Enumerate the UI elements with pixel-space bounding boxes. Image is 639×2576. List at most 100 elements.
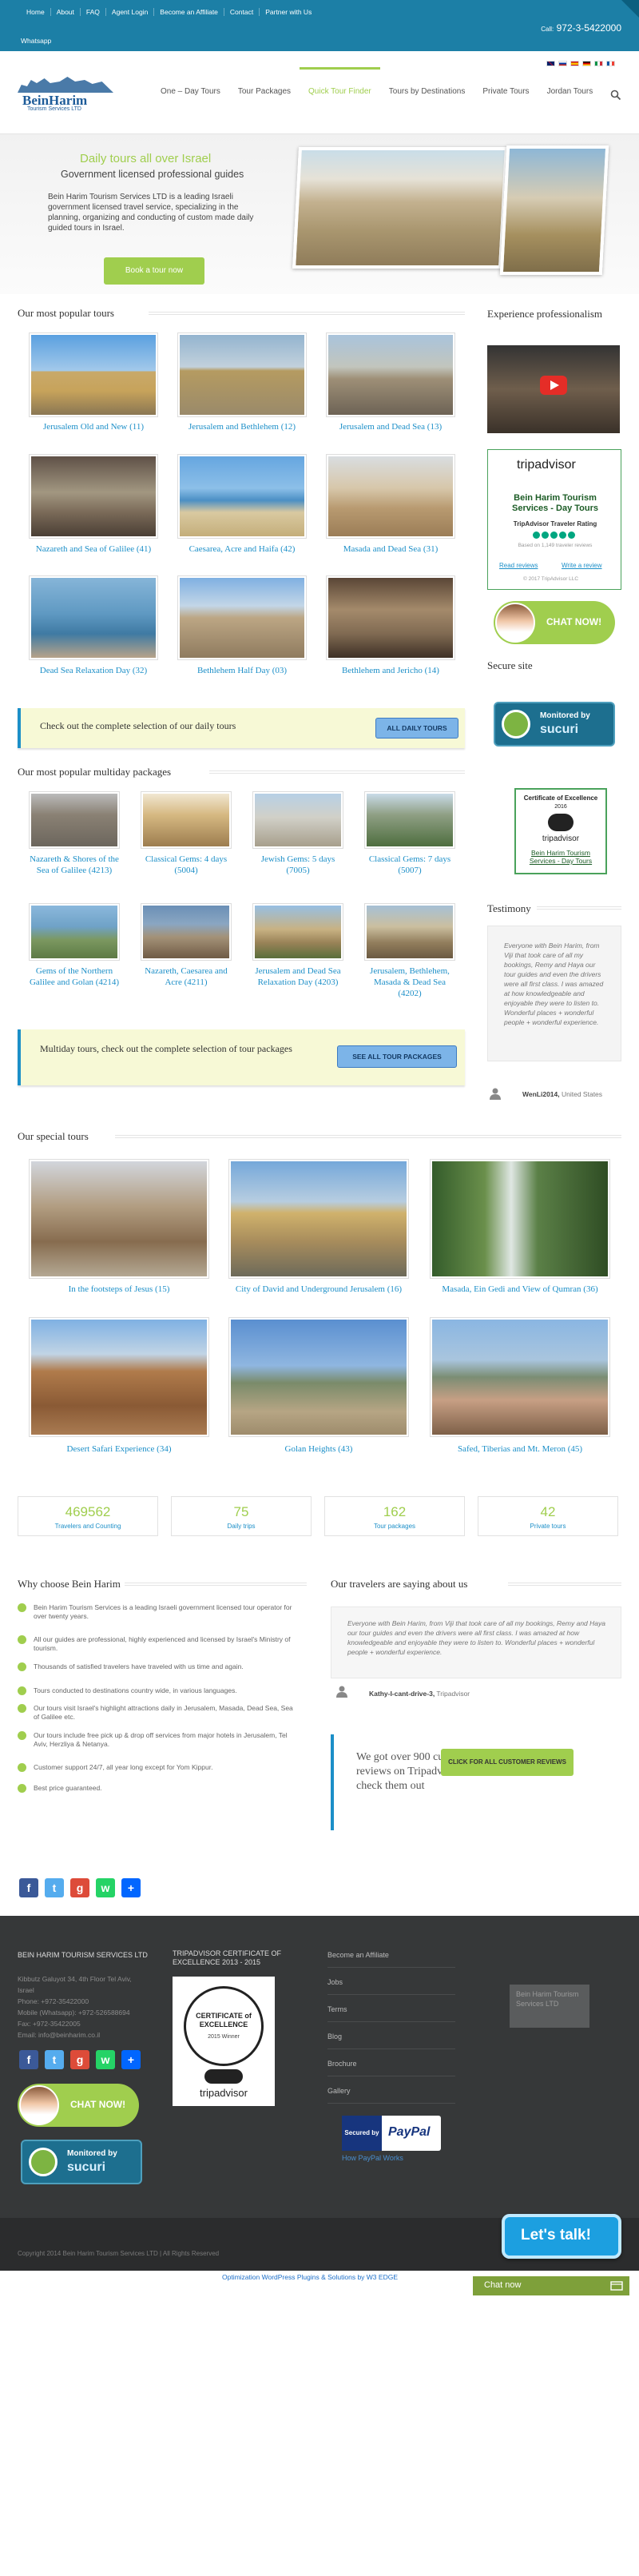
paypal-badge[interactable]: Secured by PayPal	[342, 2116, 441, 2151]
footer-more-icon[interactable]: +	[121, 2050, 141, 2069]
special-tour-caption[interactable]: Safed, Tiberias and Mt. Meron (45)	[425, 1443, 615, 1455]
nav-quick-tour-finder[interactable]: Quick Tour Finder	[300, 67, 380, 113]
special-tour-image[interactable]	[228, 1159, 409, 1279]
video-thumbnail[interactable]	[487, 345, 620, 433]
top-link-partner[interactable]: Partner with Us	[260, 8, 317, 16]
nav-tour-packages[interactable]: Tour Packages	[229, 67, 300, 113]
special-tour-caption[interactable]: City of David and Underground Jerusalem …	[224, 1284, 414, 1295]
footer-link-brochure[interactable]: Brochure	[327, 2060, 455, 2076]
footer-link-gallery[interactable]: Gallery	[327, 2087, 455, 2104]
tour-caption[interactable]: Nazareth and Sea of Galilee (41)	[24, 543, 163, 555]
tour-image[interactable]	[177, 454, 307, 539]
tripadvisor-logo[interactable]: tripadvisor	[517, 458, 576, 472]
chat-now-bar[interactable]: Chat now	[473, 2276, 629, 2295]
package-caption[interactable]: Jerusalem, Bethlehem, Masada & Dead Sea …	[361, 966, 458, 999]
tour-caption[interactable]: Dead Sea Relaxation Day (32)	[24, 665, 163, 676]
package-caption[interactable]: Nazareth & Shores of the Sea of Galilee …	[26, 854, 123, 876]
tour-caption[interactable]: Bethlehem Half Day (03)	[173, 665, 312, 676]
package-image[interactable]	[364, 903, 455, 961]
tour-caption[interactable]: Jerusalem and Dead Sea (13)	[321, 421, 460, 432]
footer-link-jobs[interactable]: Jobs	[327, 1978, 455, 1995]
search-icon[interactable]	[610, 90, 621, 101]
special-tour-caption[interactable]: In the footsteps of Jesus (15)	[24, 1284, 214, 1295]
write-review-link[interactable]: Write a review	[562, 562, 602, 569]
package-caption[interactable]: Jerusalem and Dead Sea Relaxation Day (4…	[249, 966, 347, 988]
google-share-icon[interactable]: g	[70, 1878, 89, 1897]
paypal-link[interactable]: How PayPal Works	[342, 2154, 403, 2162]
flag-spain-icon[interactable]	[570, 61, 579, 66]
package-image[interactable]	[364, 791, 455, 849]
special-tour-image[interactable]	[29, 1317, 209, 1437]
special-tour-image[interactable]	[430, 1317, 610, 1437]
flag-germany-icon[interactable]	[582, 61, 591, 66]
package-caption[interactable]: Classical Gems: 4 days (5004)	[137, 854, 235, 876]
flag-russia-icon[interactable]	[558, 61, 567, 66]
footer-facebook-icon[interactable]: f	[19, 2050, 38, 2069]
footer-twitter-icon[interactable]: t	[45, 2050, 64, 2069]
footer-link-affiliate[interactable]: Become an Affiliate	[327, 1951, 455, 1968]
footer-google-icon[interactable]: g	[70, 2050, 89, 2069]
facebook-share-icon[interactable]: f	[19, 1878, 38, 1897]
package-caption[interactable]: Gems of the Northern Galilee and Golan (…	[26, 966, 123, 988]
top-link-whatsapp[interactable]: Whatsapp	[21, 37, 51, 45]
tour-image[interactable]	[29, 454, 158, 539]
package-caption[interactable]: Classical Gems: 7 days (5007)	[361, 854, 458, 876]
footer-chat-badge[interactable]: CHAT NOW!	[18, 2084, 139, 2127]
package-image[interactable]	[252, 903, 343, 961]
footer-whatsapp-icon[interactable]: w	[96, 2050, 115, 2069]
tour-image[interactable]	[326, 575, 455, 660]
special-tour-image[interactable]	[228, 1317, 409, 1437]
twitter-share-icon[interactable]: t	[45, 1878, 64, 1897]
play-icon[interactable]	[540, 376, 567, 395]
package-caption[interactable]: Nazareth, Caesarea and Acre (4211)	[137, 966, 235, 988]
flag-uk-icon[interactable]	[546, 61, 555, 66]
nav-private-tours[interactable]: Private Tours	[474, 67, 538, 113]
sucuri-badge[interactable]: Monitored by sucuri	[494, 702, 615, 747]
package-image[interactable]	[29, 791, 120, 849]
certificate-badge[interactable]: Certificate of Excellence 2016 tripadvis…	[514, 788, 607, 874]
tour-caption[interactable]: Jerusalem and Bethlehem (12)	[173, 421, 312, 432]
tour-image[interactable]	[326, 454, 455, 539]
chat-now-badge[interactable]: CHAT NOW!	[494, 601, 615, 644]
bottom-link[interactable]: Optimization WordPress Plugins & Solutio…	[222, 2273, 398, 2281]
flag-france-icon[interactable]	[606, 61, 615, 66]
tour-caption[interactable]: Masada and Dead Sea (31)	[321, 543, 460, 555]
see-all-packages-button[interactable]: SEE ALL TOUR PACKAGES	[337, 1045, 457, 1068]
tour-image[interactable]	[29, 575, 158, 660]
footer-logo[interactable]: Bein Harim Tourism Services LTD	[510, 1985, 589, 2028]
flag-italy-icon[interactable]	[594, 61, 603, 66]
read-reviews-link[interactable]: Read reviews	[499, 562, 538, 569]
tour-caption[interactable]: Jerusalem Old and New (11)	[24, 421, 163, 432]
nav-jordan-tours[interactable]: Jordan Tours	[538, 67, 602, 113]
top-link-home[interactable]: Home	[21, 8, 51, 16]
package-image[interactable]	[141, 791, 232, 849]
all-customer-reviews-button[interactable]: CLICK FOR ALL CUSTOMER REVIEWS	[441, 1749, 574, 1776]
package-caption[interactable]: Jewish Gems: 5 days (7005)	[249, 854, 347, 876]
special-tour-caption[interactable]: Desert Safari Experience (34)	[24, 1443, 214, 1455]
chat-window-icon[interactable]	[610, 2281, 623, 2291]
top-link-faq[interactable]: FAQ	[81, 8, 106, 16]
footer-link-terms[interactable]: Terms	[327, 2005, 455, 2022]
package-image[interactable]	[141, 903, 232, 961]
top-link-agent-login[interactable]: Agent Login	[106, 8, 155, 16]
package-image[interactable]	[29, 903, 120, 961]
nav-one-day-tours[interactable]: One – Day Tours	[152, 67, 229, 113]
footer-cert-badge[interactable]: CERTIFICATE of EXCELLENCE 2015 Winner tr…	[173, 1977, 275, 2106]
book-tour-button[interactable]: Book a tour now	[104, 257, 204, 285]
tour-image[interactable]	[29, 332, 158, 417]
tour-caption[interactable]: Bethlehem and Jericho (14)	[321, 665, 460, 676]
top-link-affiliate[interactable]: Become an Affiliate	[154, 8, 224, 16]
special-tour-caption[interactable]: Golan Heights (43)	[224, 1443, 414, 1455]
footer-email[interactable]: Email: info@beinharim.co.il	[18, 2029, 100, 2040]
more-share-icon[interactable]: +	[121, 1878, 141, 1897]
package-image[interactable]	[252, 791, 343, 849]
tour-image[interactable]	[177, 575, 307, 660]
special-tour-caption[interactable]: Masada, Ein Gedi and View of Qumran (36)	[425, 1284, 615, 1295]
corner-ribbon[interactable]	[621, 0, 639, 18]
tour-image[interactable]	[326, 332, 455, 417]
top-link-about[interactable]: About	[51, 8, 81, 16]
special-tour-image[interactable]	[29, 1159, 209, 1279]
tour-image[interactable]	[177, 332, 307, 417]
whatsapp-share-icon[interactable]: w	[96, 1878, 115, 1897]
site-logo[interactable]: BeinHarim Tourism Services LTD	[18, 77, 113, 112]
